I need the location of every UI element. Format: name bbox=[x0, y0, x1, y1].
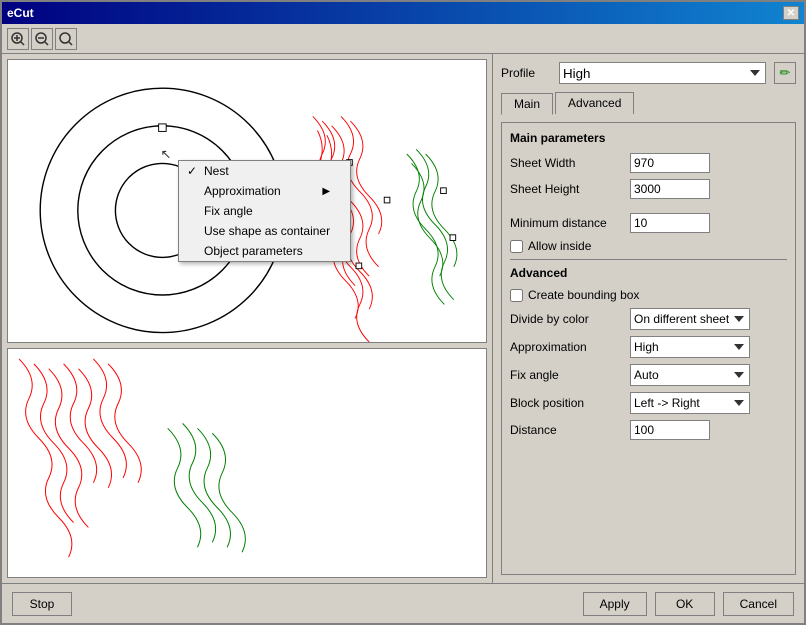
menu-item-object-params[interactable]: Object parameters bbox=[179, 241, 350, 261]
window-title: eCut bbox=[7, 6, 34, 20]
context-menu: Nest Approximation ▶ Fix angle Use shape… bbox=[178, 160, 351, 262]
divide-color-row: Divide by color On different sheets By l… bbox=[510, 308, 787, 330]
canvas-area: ↖ bbox=[2, 54, 492, 583]
tab-main[interactable]: Main bbox=[501, 93, 553, 115]
sheet-height-input[interactable] bbox=[630, 179, 710, 199]
canvas-bottom[interactable] bbox=[7, 348, 487, 578]
sheet-width-input[interactable] bbox=[630, 153, 710, 173]
fix-angle-label: Fix angle bbox=[510, 368, 630, 382]
block-position-select[interactable]: Left -> Right Right -> Left Top -> Botto… bbox=[630, 392, 750, 414]
divide-color-select[interactable]: On different sheets By layers None bbox=[630, 308, 750, 330]
zoom-fit-button[interactable] bbox=[55, 28, 77, 50]
block-position-row: Block position Left -> Right Right -> Le… bbox=[510, 392, 787, 414]
advanced-label: Advanced bbox=[510, 266, 787, 280]
bounding-box-label: Create bounding box bbox=[528, 288, 639, 302]
canvas-top[interactable]: ↖ bbox=[7, 59, 487, 343]
approximation-select[interactable]: High Medium Low bbox=[630, 336, 750, 358]
edit-profile-button[interactable]: ✏ bbox=[774, 62, 796, 84]
tabs: Main Advanced bbox=[501, 92, 796, 114]
menu-item-fix-angle[interactable]: Fix angle bbox=[179, 201, 350, 221]
ok-button[interactable]: OK bbox=[655, 592, 715, 616]
toolbar bbox=[2, 24, 804, 54]
min-distance-input[interactable] bbox=[630, 213, 710, 233]
close-button[interactable]: ✕ bbox=[783, 6, 799, 20]
sheet-width-label: Sheet Width bbox=[510, 156, 630, 170]
main-params-label: Main parameters bbox=[510, 131, 787, 145]
sheet-width-row: Sheet Width bbox=[510, 153, 787, 173]
menu-item-approximation[interactable]: Approximation ▶ bbox=[179, 181, 350, 201]
menu-item-nest[interactable]: Nest bbox=[179, 161, 350, 181]
fix-angle-select[interactable]: Auto 0 90 180 bbox=[630, 364, 750, 386]
divide-color-label: Divide by color bbox=[510, 312, 630, 326]
right-panel: Profile High Medium Low ✏ Main Advanced … bbox=[492, 54, 804, 583]
approximation-label: Approximation bbox=[510, 340, 630, 354]
stop-button[interactable]: Stop bbox=[12, 592, 72, 616]
allow-inside-row: Allow inside bbox=[510, 239, 787, 253]
profile-select[interactable]: High Medium Low bbox=[559, 62, 766, 84]
zoom-in-button[interactable] bbox=[7, 28, 29, 50]
title-bar: eCut ✕ bbox=[2, 2, 804, 24]
fix-angle-row: Fix angle Auto 0 90 180 bbox=[510, 364, 787, 386]
approximation-row: Approximation High Medium Low bbox=[510, 336, 787, 358]
min-distance-label: Minimum distance bbox=[510, 216, 630, 230]
main-window: eCut ✕ bbox=[0, 0, 806, 625]
menu-item-use-shape[interactable]: Use shape as container bbox=[179, 221, 350, 241]
cancel-button[interactable]: Cancel bbox=[723, 592, 794, 616]
apply-button[interactable]: Apply bbox=[583, 592, 647, 616]
sheet-height-row: Sheet Height bbox=[510, 179, 787, 199]
sheet-height-label: Sheet Height bbox=[510, 182, 630, 196]
distance-row: Distance bbox=[510, 420, 787, 440]
panel-box: Main parameters Sheet Width Sheet Height… bbox=[501, 122, 796, 575]
distance-input[interactable] bbox=[630, 420, 710, 440]
main-content: ↖ bbox=[2, 54, 804, 583]
footer: Stop Apply OK Cancel bbox=[2, 583, 804, 623]
bounding-box-row: Create bounding box bbox=[510, 288, 787, 302]
svg-text:↖: ↖ bbox=[161, 147, 172, 162]
footer-right-buttons: Apply OK Cancel bbox=[583, 592, 794, 616]
block-position-label: Block position bbox=[510, 396, 630, 410]
allow-inside-checkbox[interactable] bbox=[510, 240, 523, 253]
arrow-icon: ▶ bbox=[322, 186, 330, 197]
allow-inside-label: Allow inside bbox=[528, 239, 591, 253]
tab-advanced[interactable]: Advanced bbox=[555, 92, 634, 114]
zoom-out-button[interactable] bbox=[31, 28, 53, 50]
distance-label: Distance bbox=[510, 423, 630, 437]
bounding-box-checkbox[interactable] bbox=[510, 289, 523, 302]
min-distance-row: Minimum distance bbox=[510, 213, 787, 233]
profile-label: Profile bbox=[501, 66, 551, 80]
profile-row: Profile High Medium Low ✏ bbox=[501, 62, 796, 84]
